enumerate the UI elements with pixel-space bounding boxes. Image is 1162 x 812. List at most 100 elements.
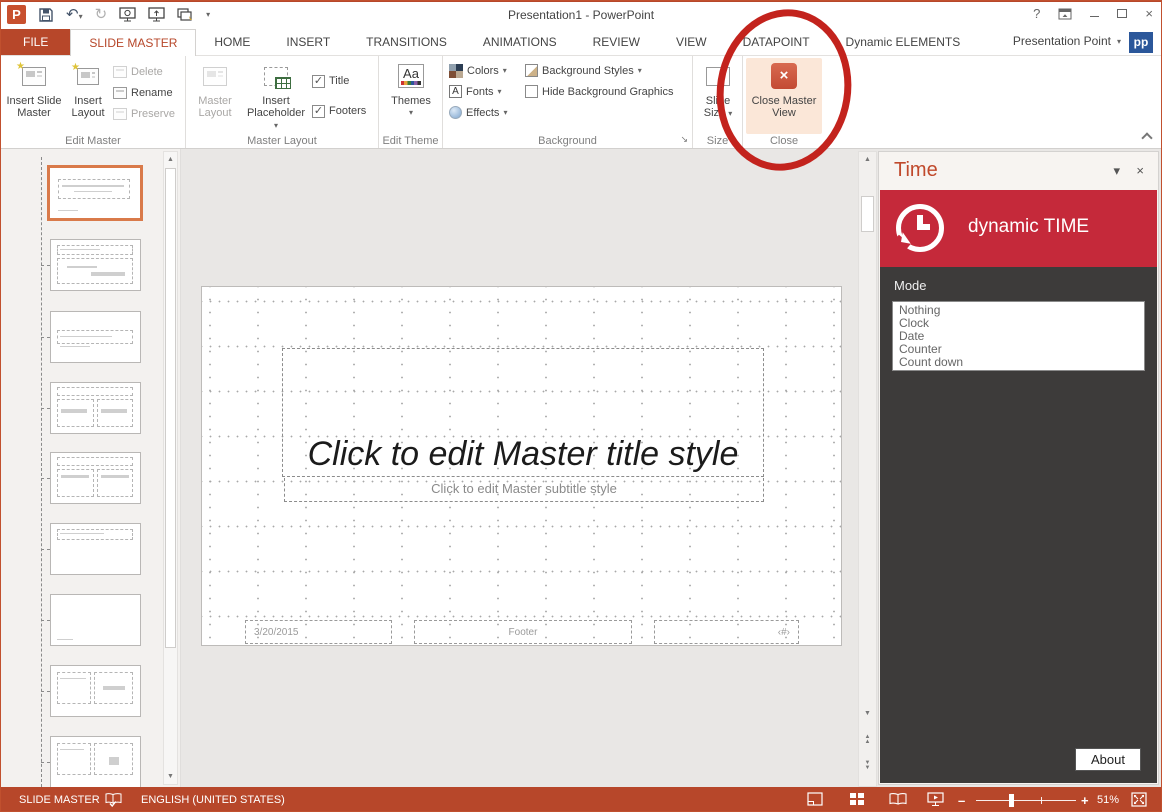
insert-slide-master-button[interactable]: ★ Insert Slide Master [5,58,63,134]
tab-dynamic-elements[interactable]: Dynamic ELEMENTS [828,29,979,55]
thumbnail-layout-8[interactable] [50,736,141,787]
presentation-point-menu[interactable]: Presentation Point ▾ [1013,34,1121,48]
insert-layout-button[interactable]: ★ Insert Layout [65,58,111,134]
collapse-ribbon-icon[interactable] [1141,132,1152,143]
close-window-icon[interactable]: × [1145,6,1153,21]
subtitle-placeholder[interactable]: Click to edit Master subtitle style [284,478,764,502]
master-layout-button[interactable]: Master Layout [188,58,242,134]
mode-option-clock[interactable]: Clock [893,317,1144,330]
slide-thumbnail-pane: ▲ ▼ [1,149,181,787]
effects-button[interactable]: Effects▾ [449,102,507,123]
themes-button[interactable]: Aa Themes ▾ [385,58,437,134]
tab-animations[interactable]: ANIMATIONS [465,29,575,55]
thumbnail-layout-6[interactable] [50,594,141,646]
footers-checkbox[interactable]: ✓Footers [312,96,366,126]
thumbnail-layout-2[interactable] [50,311,141,363]
scroll-up-icon[interactable]: ▲ [164,152,177,167]
editor-scrollbar-thumb[interactable] [861,196,874,232]
window-controls: ? × [1033,6,1153,21]
thumbnail-layout-7[interactable] [50,665,141,717]
minimize-icon[interactable] [1090,6,1099,21]
fonts-button[interactable]: AFonts▾ [449,81,507,102]
scroll-down-icon[interactable]: ▼ [164,769,177,784]
thumb-sketch [61,409,87,413]
presentation-point-logo[interactable]: pp [1129,32,1153,53]
spell-check-icon[interactable] [105,792,122,807]
thumb-sketch [60,678,86,679]
scroll-down-icon[interactable]: ▼ [860,706,875,722]
delete-button[interactable]: Delete [113,61,175,82]
tab-file[interactable]: FILE [1,29,70,55]
previous-slide-button[interactable]: ▲▲ [860,732,875,748]
about-button[interactable]: About [1075,748,1141,771]
title-checkbox[interactable]: ✓Title [312,66,366,96]
thumbnail-layout-1[interactable] [50,239,141,291]
time-task-pane: Time ▾ × dynamic TIME Mode Nothing Clock… [878,151,1159,785]
thumbnail-slide-master[interactable] [47,165,143,221]
tab-review[interactable]: REVIEW [575,29,658,55]
zoom-out-icon[interactable]: – [958,793,965,808]
title-placeholder[interactable]: Click to edit Master title style [282,348,764,477]
slide-number-placeholder[interactable]: ‹#› [654,620,799,644]
next-slide-button[interactable]: ▼▼ [860,758,875,774]
zoom-slider-thumb[interactable] [1009,794,1014,807]
thumbnail-scrollbar[interactable]: ▲ ▼ [163,151,178,785]
dialog-launcher-icon[interactable]: ↘ [680,134,688,145]
thumbnail-layout-5[interactable] [50,523,141,575]
preserve-button[interactable]: Preserve [113,103,175,124]
task-pane-title: Time [894,159,938,182]
tab-home[interactable]: HOME [196,29,268,55]
dynamic-time-brand: dynamic TIME [968,216,1089,238]
hide-background-graphics-checkbox[interactable]: Hide Background Graphics [525,81,673,102]
slide-sorter-icon[interactable] [849,792,865,806]
zoom-level[interactable]: 51% [1097,794,1119,806]
window-title: Presentation1 - PowerPoint [1,8,1161,22]
mode-listbox[interactable]: Nothing Clock Date Counter Count down [892,301,1145,371]
pane-options-icon[interactable]: ▾ [1113,163,1120,179]
rename-button[interactable]: Rename [113,82,175,103]
thumb-sketch [57,743,91,775]
normal-view-icon[interactable] [807,792,823,806]
thumbnail-scrollbar-thumb[interactable] [165,168,176,648]
insert-placeholder-icon [264,61,288,91]
slide-master-canvas[interactable]: Click to edit Master title style Click t… [201,286,842,646]
mode-option-count-down[interactable]: Count down [893,356,1144,369]
themes-label: Themes [391,95,431,107]
close-master-view-button[interactable]: × Close Master View [746,58,822,134]
mode-option-nothing[interactable]: Nothing [893,304,1144,317]
slide-size-button[interactable]: Slide Size ▾ [696,58,740,134]
tab-slide-master[interactable]: SLIDE MASTER [70,29,196,56]
thumb-sketch [60,749,84,750]
slide-show-icon[interactable] [927,792,944,807]
preserve-label: Preserve [131,108,175,120]
tab-datapoint[interactable]: DATAPOINT [725,29,828,55]
language-status[interactable]: ENGLISH (UNITED STATES) [141,794,285,806]
date-placeholder[interactable]: 3/20/2015 [245,620,392,644]
maximize-icon[interactable] [1117,9,1127,18]
fit-slide-to-window-icon[interactable] [1131,792,1147,807]
thumbnail-layout-4[interactable] [50,452,141,504]
reading-view-icon[interactable] [889,792,907,806]
background-styles-button[interactable]: Background Styles▾ [525,60,673,81]
group-close: × Close Master View Close [743,56,825,148]
tab-insert[interactable]: INSERT [268,29,348,55]
workspace: ▲ ▼ Click to edit Master title style Cli… [1,149,1162,787]
footer-placeholder[interactable]: Footer [414,620,632,644]
colors-button[interactable]: Colors▾ [449,60,507,81]
background-styles-label: Background Styles [542,65,634,77]
ribbon-display-options-icon[interactable] [1058,8,1072,20]
pane-close-icon[interactable]: × [1136,163,1144,178]
help-icon[interactable]: ? [1033,6,1040,21]
view-status-label[interactable]: SLIDE MASTER [19,794,100,806]
zoom-in-icon[interactable]: + [1081,793,1089,808]
thumbnail-layout-3[interactable] [50,382,141,434]
tab-view[interactable]: VIEW [658,29,725,55]
chevron-down-icon: ▾ [498,87,502,96]
scroll-up-icon[interactable]: ▲ [860,152,875,168]
tab-transitions[interactable]: TRANSITIONS [348,29,465,55]
zoom-slider-track[interactable] [976,800,1076,801]
insert-placeholder-button[interactable]: Insert Placeholder ▾ [244,58,308,134]
insert-slide-master-icon: ★ [22,61,46,91]
thumb-sketch [60,336,112,337]
editor-scrollbar[interactable]: ▲ ▼ ▲▲ ▼▼ [858,151,877,787]
